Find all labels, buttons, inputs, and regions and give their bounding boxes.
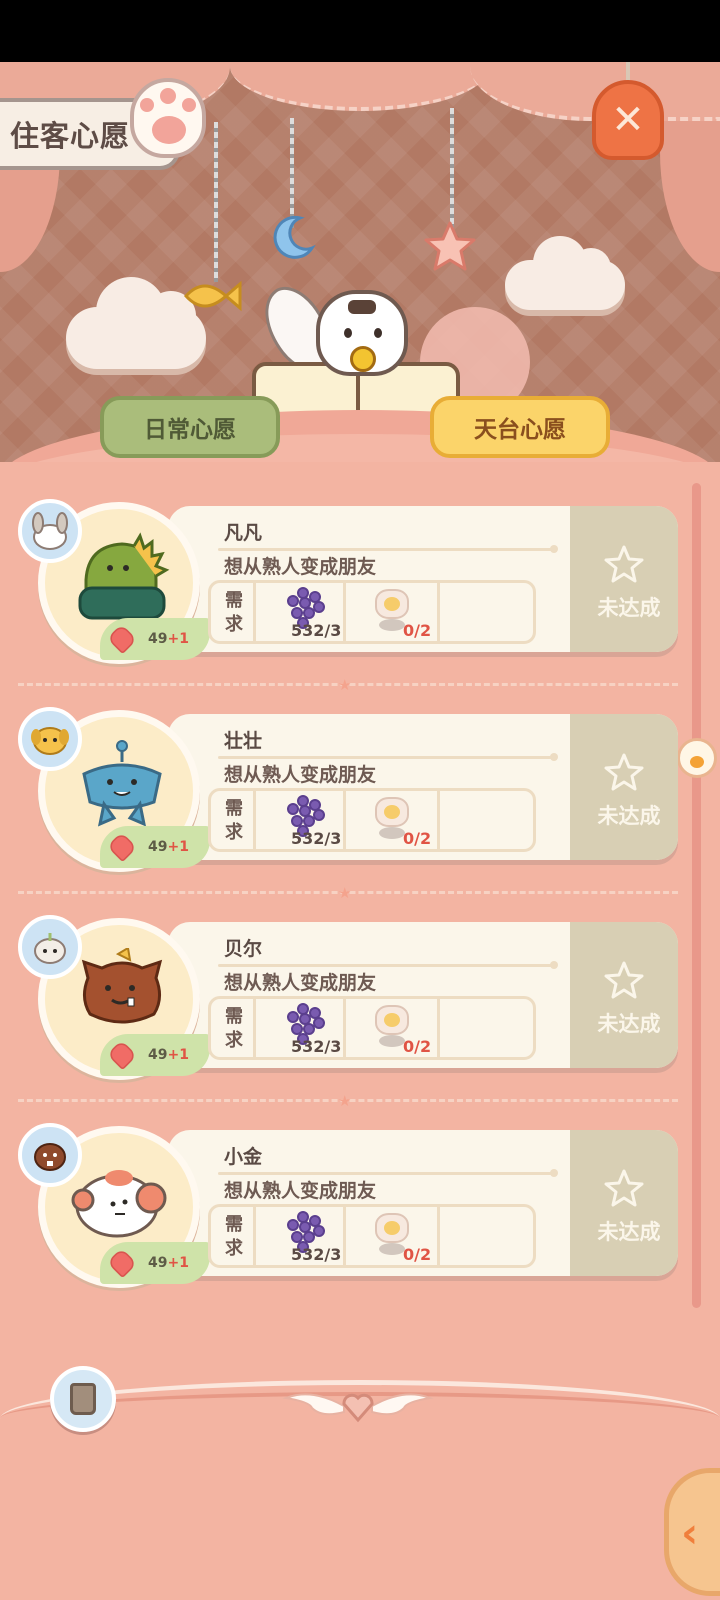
star-outline-icon	[604, 545, 644, 583]
cat-mascot-icon	[316, 290, 408, 376]
affection-badge: 49 +1	[100, 1242, 210, 1284]
lavender-count: 532/3	[291, 621, 342, 640]
status-bar	[0, 0, 720, 62]
affection-badge: 49 +1	[100, 618, 210, 660]
resident-small-avatar	[18, 707, 82, 771]
wish-description: 想从熟人变成朋友	[224, 764, 377, 786]
wish-row[interactable]: 49 +1 凡凡 想从熟人变成朋友 需求 532/3 0/2 未达成	[0, 492, 690, 682]
resident-character-icon	[81, 948, 163, 1024]
affection-badge: 49 +1	[100, 826, 210, 868]
name-underline	[218, 545, 558, 553]
wish-description: 想从熟人变成朋友	[224, 556, 377, 578]
affection-badge: 49 +1	[100, 1034, 210, 1076]
heart-icon	[106, 1039, 138, 1071]
heart-icon	[106, 623, 138, 655]
requirement-box: 需求 532/3 0/2	[208, 580, 536, 644]
back-button[interactable]: ‹	[664, 1468, 720, 1596]
row-divider: ★	[18, 676, 678, 694]
star-outline-icon	[604, 961, 644, 999]
star-outline-icon	[604, 1169, 644, 1207]
affection-value: 49	[148, 1047, 168, 1063]
affection-bonus: +1	[167, 631, 189, 647]
requirement-label: 需求	[225, 1214, 243, 1259]
requirement-box: 需求 532/3 0/2	[208, 788, 536, 852]
requirement-box: 需求 532/3 0/2	[208, 1204, 536, 1268]
close-icon: ✕	[611, 97, 645, 143]
wish-status-tab[interactable]: 未达成	[560, 1130, 678, 1276]
lavender-count: 532/3	[291, 829, 342, 848]
resident-small-avatar	[18, 499, 82, 563]
wish-status: 未达成	[597, 1220, 661, 1244]
tab-daily-wishes[interactable]: 日常心愿	[100, 396, 280, 458]
name-underline	[218, 1169, 558, 1177]
requirement-box: 需求 532/3 0/2	[208, 996, 536, 1060]
wish-status: 未达成	[597, 804, 661, 828]
trash-button[interactable]	[50, 1366, 116, 1432]
resident-name: 壮壮	[224, 730, 263, 752]
curtain-top	[230, 62, 490, 111]
resident-small-avatar	[18, 1123, 82, 1187]
affection-bonus: +1	[167, 1255, 189, 1271]
capsule-count: 0/2	[403, 829, 432, 848]
resident-name: 小金	[224, 1146, 263, 1168]
page-title: 住客心愿	[10, 119, 131, 153]
wish-row[interactable]: 49 +1 小金 想从熟人变成朋友 需求 532/3 0/2 未达成	[0, 1116, 690, 1306]
trash-icon	[70, 1383, 96, 1415]
affection-bonus: +1	[167, 1047, 189, 1063]
beaver-icon	[34, 1143, 66, 1171]
wish-row[interactable]: 49 +1 壮壮 想从熟人变成朋友 需求 532/3 0/2 未达成	[0, 700, 690, 890]
lavender-count: 532/3	[291, 1245, 342, 1264]
affection-value: 49	[148, 839, 168, 855]
chevron-left-icon: ‹	[681, 1507, 699, 1557]
wish-status-tab[interactable]: 未达成	[560, 506, 678, 652]
moon-icon	[273, 215, 316, 259]
hanging-string	[214, 122, 218, 282]
onion-icon	[34, 933, 66, 964]
heart-icon	[106, 1247, 138, 1279]
resident-character-icon	[82, 740, 162, 827]
wish-description: 想从熟人变成朋友	[224, 972, 377, 994]
close-button[interactable]: ✕	[592, 80, 664, 160]
capsule-count: 0/2	[403, 621, 432, 640]
rabbit-icon	[32, 512, 68, 550]
wish-status-tab[interactable]: 未达成	[560, 714, 678, 860]
scrollbar[interactable]	[692, 483, 701, 1308]
affection-value: 49	[148, 1255, 168, 1271]
capsule-count: 0/2	[403, 1245, 432, 1264]
name-underline	[218, 961, 558, 969]
resident-character-icon	[78, 532, 170, 620]
affection-bonus: +1	[167, 839, 189, 855]
lavender-count: 532/3	[291, 1037, 342, 1056]
curtain-right	[660, 102, 720, 272]
name-underline	[218, 753, 558, 761]
wish-status: 未达成	[597, 596, 661, 620]
wish-row[interactable]: 49 +1 贝尔 想从熟人变成朋友 需求 532/3 0/2 未达成	[0, 908, 690, 1098]
fish-icon	[183, 280, 242, 312]
affection-value: 49	[148, 631, 168, 647]
wish-description: 想从熟人变成朋友	[224, 1180, 377, 1202]
resident-name: 凡凡	[224, 522, 263, 544]
capsule-count: 0/2	[403, 1037, 432, 1056]
paw-icon	[130, 78, 206, 158]
wish-status-tab[interactable]: 未达成	[560, 922, 678, 1068]
heart-icon	[106, 831, 138, 863]
winged-heart-icon	[282, 1393, 434, 1423]
requirement-label: 需求	[225, 1006, 243, 1051]
tab-rooftop-wishes[interactable]: 天台心愿	[430, 396, 610, 458]
row-divider: ★	[18, 1092, 678, 1110]
requirement-label: 需求	[225, 590, 243, 635]
hanging-string	[450, 108, 454, 228]
wish-status: 未达成	[597, 1012, 661, 1036]
star-icon	[424, 221, 476, 271]
requirement-label: 需求	[225, 798, 243, 843]
dog-icon	[31, 727, 69, 755]
star-outline-icon	[604, 753, 644, 791]
row-divider: ★	[18, 884, 678, 902]
resident-small-avatar	[18, 915, 82, 979]
cloud-decoration	[505, 236, 625, 310]
resident-name: 贝尔	[224, 938, 263, 960]
